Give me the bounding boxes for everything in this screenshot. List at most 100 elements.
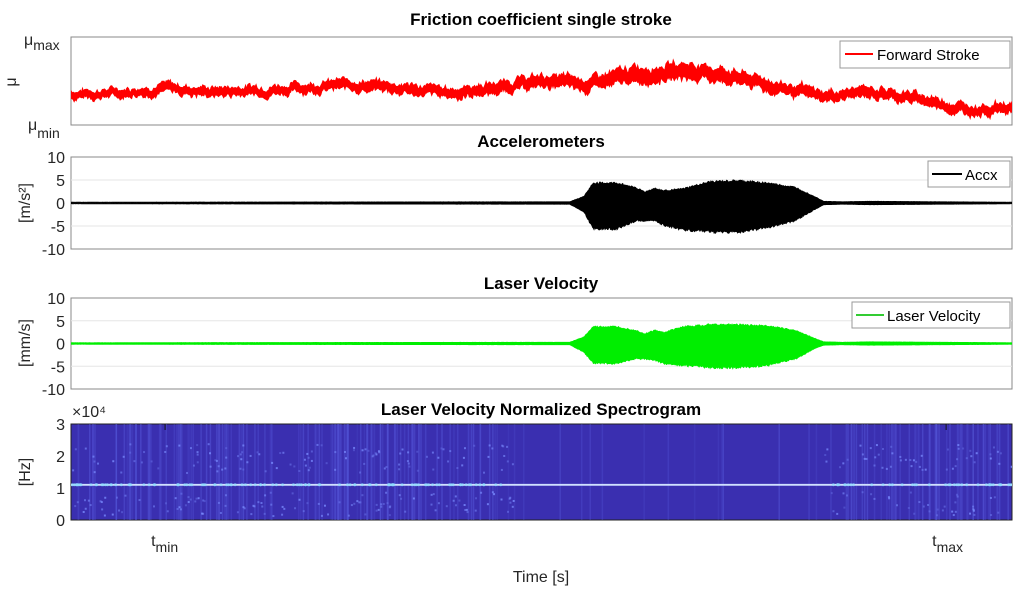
spectrogram-column [345, 424, 347, 520]
spectrogram-peak [478, 483, 482, 487]
spectrogram-speckle [907, 506, 910, 509]
spectrogram-peak [213, 483, 217, 487]
spectrogram-peak [952, 483, 956, 487]
spectrogram-column [257, 424, 259, 520]
spectrogram-speckle [93, 460, 96, 463]
spectrogram-column [366, 424, 369, 520]
spectrogram-speckle [217, 465, 220, 468]
spectrogram-speckle [493, 493, 496, 496]
spectrogram-speckle [954, 510, 957, 513]
spectrogram-speckle [398, 463, 401, 466]
spectrogram-speckle [909, 459, 912, 462]
spectrogram-speckle [464, 509, 467, 512]
spectrogram-speckle [224, 467, 227, 470]
spectrogram-column [977, 424, 979, 520]
spectrogram-speckle [475, 497, 478, 500]
spectrogram-peak [74, 483, 78, 487]
spectrogram-column [205, 424, 208, 520]
spectrogram-column [967, 424, 970, 520]
spectrogram-speckle [249, 454, 252, 457]
spectrogram-peak [984, 483, 988, 487]
spectrogram-speckle [512, 499, 515, 502]
spectrogram-speckle [176, 507, 179, 510]
friction-legend: Forward Stroke [839, 40, 1011, 69]
spectrogram-peak [469, 483, 473, 487]
spectrogram-column [307, 424, 309, 520]
x-axis-label: Time [s] [513, 569, 569, 586]
spectrogram-speckle [174, 497, 177, 500]
spectrogram-peak [225, 483, 229, 487]
accel-yticks: -10 -5 0 5 10 [42, 150, 65, 259]
spectrogram-peak [849, 483, 853, 487]
spectrogram-speckle [885, 467, 888, 470]
spectrogram-peak [291, 483, 295, 487]
spectrogram-speckle [502, 445, 505, 448]
spectrogram-speckle [272, 515, 275, 518]
spectrogram-speckle [209, 452, 212, 455]
spectrogram-speckle [881, 466, 884, 469]
spectrogram-speckle [440, 447, 443, 450]
spectrogram-speckle [306, 502, 309, 505]
spectrogram-speckle [353, 446, 356, 449]
spectrogram-speckle [189, 447, 192, 450]
spectrogram-peak [353, 483, 357, 487]
spectrogram-peak [425, 483, 429, 487]
spectrogram-speckle [416, 469, 419, 472]
spectrogram-peak [78, 483, 82, 487]
spectrogram-column [347, 424, 349, 520]
spectrogram-peak [1008, 483, 1012, 487]
spectrogram-speckle [261, 505, 264, 508]
spectrogram-column [315, 424, 317, 520]
spectrogram-speckle [509, 501, 512, 504]
spectrogram-speckle [909, 491, 912, 494]
spectrogram-speckle [219, 511, 222, 514]
spectrogram-peak [249, 483, 253, 487]
spectrogram-peak [71, 483, 74, 487]
spectrogram-column [918, 424, 920, 520]
spectrogram-peak [109, 483, 113, 487]
spectrogram-speckle [89, 504, 92, 507]
spectrogram-speckle [491, 491, 494, 494]
spectrogram-speckle [101, 508, 104, 511]
spectrogram-column [192, 424, 194, 520]
spectrogram-peak [307, 483, 311, 487]
spectrogram-peak [119, 483, 123, 487]
spectrogram-speckle [115, 496, 118, 499]
spectrogram-speckle [461, 464, 464, 467]
spectrogram-speckle [973, 513, 976, 516]
spectrogram-speckle [111, 513, 114, 516]
spectrogram-column [129, 424, 132, 520]
spectrogram-speckle [969, 449, 972, 452]
spectrogram-peak [870, 483, 874, 487]
spectrogram-speckle [194, 500, 197, 503]
spectrogram-speckle [861, 491, 864, 494]
spectrogram-speckle [874, 456, 877, 459]
spectrogram-title: Laser Velocity Normalized Spectrogram [381, 400, 701, 419]
spectrogram-peak [482, 483, 486, 487]
spectrogram-column [77, 424, 79, 520]
spectrogram-peak [944, 483, 948, 487]
spectrogram-speckle [951, 510, 954, 513]
spectrogram-peak [176, 483, 180, 487]
friction-ylabel: μ [3, 77, 20, 86]
spectrogram-speckle [308, 466, 311, 469]
spectrogram-speckle [84, 447, 87, 450]
ytick-label: 0 [56, 196, 65, 213]
spectrogram-speckle [359, 471, 362, 474]
spectrogram-speckle [327, 513, 330, 516]
spectrogram-column [523, 424, 525, 520]
spectrogram-peak [837, 483, 841, 487]
spectrogram-peak [831, 483, 835, 487]
spectrogram-column [847, 424, 849, 520]
spectrogram-column [492, 424, 494, 520]
spectrogram-speckle [236, 511, 239, 514]
spectrogram-column [200, 424, 202, 520]
spectrogram-speckle [936, 514, 939, 517]
spectrogram-speckle [350, 504, 353, 507]
spectrogram-speckle [899, 459, 902, 462]
spectrogram-peak [851, 483, 855, 487]
spectrogram-column [424, 424, 427, 520]
spectrogram-speckle [196, 444, 199, 447]
spectrogram-column [998, 424, 1001, 520]
spectrogram-column [393, 424, 396, 520]
